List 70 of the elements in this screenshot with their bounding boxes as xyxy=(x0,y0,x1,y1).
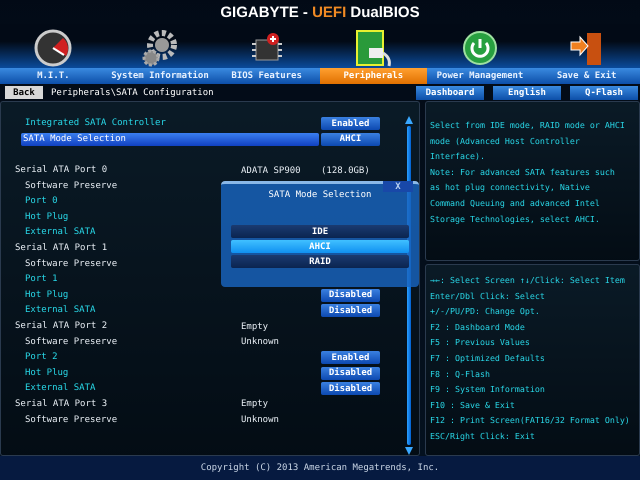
key-hint: F10 : Save & Exit xyxy=(430,398,516,412)
key-hint: F12 : Print Screen(FAT16/32 Format Only) xyxy=(430,414,631,428)
setting-value: Unknown xyxy=(241,337,279,348)
setting-label[interactable]: Hot Plug xyxy=(23,210,68,224)
shortcut-button[interactable]: English xyxy=(493,86,561,100)
circuit-board-icon xyxy=(353,28,394,68)
speedometer-icon xyxy=(33,28,74,68)
window-title: GIGABYTE - UEFI DualBIOS xyxy=(219,2,421,22)
menu-tab[interactable]: Power Management xyxy=(426,68,534,84)
setting-label[interactable]: External SATA xyxy=(23,304,96,318)
value-button[interactable]: Disabled xyxy=(321,366,380,380)
setting-label[interactable]: Port 1 xyxy=(23,273,58,286)
setting-label[interactable]: Hot Plug xyxy=(23,366,68,380)
help-text: Storage Technologies, select AHCI. xyxy=(430,212,601,226)
value-button[interactable]: AHCI xyxy=(321,132,380,146)
help-text: mode (Advanced Host Controller xyxy=(430,134,581,148)
setting-label: Software Preserve xyxy=(24,336,118,349)
setting-label[interactable]: External SATA xyxy=(23,226,96,240)
value-button[interactable]: Disabled xyxy=(321,288,380,302)
setting-value: ADATA SP900 xyxy=(241,166,301,176)
help-text: Note: For advanced SATA features such xyxy=(430,166,616,179)
setting-label[interactable]: Hot Plug xyxy=(23,288,68,302)
setting-label: Serial ATA Port 0 xyxy=(14,164,108,178)
breadcrumb: Peripherals\SATA Configuration xyxy=(51,88,215,98)
drive-capacity: (128.0GB) xyxy=(321,166,371,176)
setting-label[interactable]: Integrated SATA Controller xyxy=(23,117,166,130)
mode-option[interactable]: IDE xyxy=(231,225,409,238)
value-button[interactable]: Enabled xyxy=(321,117,380,130)
value-button[interactable]: Enabled xyxy=(321,351,380,364)
setting-value: Empty xyxy=(241,399,268,410)
key-hint: Enter/Dbl Click: Select xyxy=(430,290,546,303)
menu-tab[interactable]: Save & Exit xyxy=(533,68,640,84)
help-text: Command Queuing and advanced Intel xyxy=(430,196,601,210)
setting-label[interactable]: SATA Mode Selection xyxy=(21,132,319,146)
setting-label: Serial ATA Port 3 xyxy=(14,398,108,411)
key-hint: F8 : Q-Flash xyxy=(430,368,491,381)
key-hint: +/-/PU/PD: Change Opt. xyxy=(430,305,541,318)
value-button[interactable]: Disabled xyxy=(321,382,380,396)
shortcut-button[interactable]: Dashboard xyxy=(416,86,484,100)
mode-option[interactable]: RAID xyxy=(231,255,409,268)
scroll-up-icon[interactable] xyxy=(405,116,413,124)
help-text: as hot plug connectivity, Native xyxy=(430,181,591,194)
key-hint: F9 : System Information xyxy=(430,383,546,396)
setting-label[interactable]: Port 2 xyxy=(23,351,58,364)
setting-label: Serial ATA Port 1 xyxy=(14,242,108,256)
gear-icon xyxy=(140,28,180,68)
menu-tab[interactable]: BIOS Features xyxy=(213,68,320,84)
setting-label: Software Preserve xyxy=(24,180,118,193)
key-hint: ESC/Right Click: Exit xyxy=(430,430,536,443)
shortcut-button[interactable]: Q-Flash xyxy=(570,86,638,100)
close-button[interactable]: X xyxy=(383,181,413,192)
copyright-text: Copyright (C) 2013 American Megatrends, Inc. xyxy=(200,463,440,473)
help-text: Interface). xyxy=(430,150,486,164)
popup-title: SATA Mode Selection xyxy=(268,190,372,200)
key-hint: F5 : Previous Values xyxy=(430,336,531,350)
key-hint: →←: Select Screen ↑↓/Click: Select Item xyxy=(430,274,626,287)
value-button[interactable]: Disabled xyxy=(321,304,380,318)
help-text: Select from IDE mode, RAID mode or AHCI xyxy=(430,119,626,132)
back-button[interactable]: Back xyxy=(5,86,43,99)
key-hint: F7 : Optimized Defaults xyxy=(430,352,546,365)
setting-value: Unknown xyxy=(241,415,279,426)
setting-label[interactable]: Port 0 xyxy=(23,195,58,208)
setting-label: Software Preserve xyxy=(24,258,118,271)
setting-label: Serial ATA Port 2 xyxy=(14,320,108,334)
setting-value: Empty xyxy=(241,322,268,332)
menu-tab[interactable]: System Information xyxy=(106,68,214,84)
setting-label: Software Preserve xyxy=(24,414,118,427)
menu-tab[interactable]: M.I.T. xyxy=(0,68,107,84)
key-hint: F2 : Dashboard Mode xyxy=(430,320,526,334)
setting-label[interactable]: External SATA xyxy=(23,382,96,396)
